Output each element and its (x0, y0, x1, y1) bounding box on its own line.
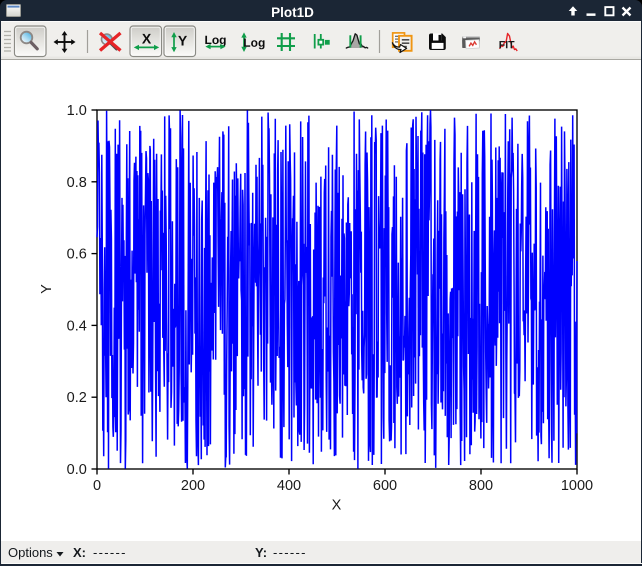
svg-text:FIT: FIT (499, 39, 515, 51)
svg-text:1000: 1000 (561, 478, 593, 494)
svg-text:Y: Y (178, 32, 188, 48)
svg-text:0: 0 (93, 478, 101, 494)
svg-text:400: 400 (277, 478, 301, 494)
svg-text:600: 600 (373, 478, 397, 494)
svg-text:0.8: 0.8 (67, 175, 87, 191)
svg-text:Log: Log (243, 36, 265, 50)
svg-text:1.0: 1.0 (67, 103, 87, 119)
svg-text:0.6: 0.6 (67, 247, 87, 263)
svg-text:X: X (142, 30, 152, 46)
svg-text:Y: Y (39, 284, 55, 294)
svg-text:0.2: 0.2 (67, 390, 87, 406)
svg-text:Log: Log (204, 33, 226, 47)
svg-text:X: X (332, 498, 342, 514)
svg-text:0.4: 0.4 (67, 318, 87, 334)
svg-text:800: 800 (469, 478, 493, 494)
svg-text:0.0: 0.0 (67, 462, 87, 478)
svg-text:200: 200 (181, 478, 205, 494)
